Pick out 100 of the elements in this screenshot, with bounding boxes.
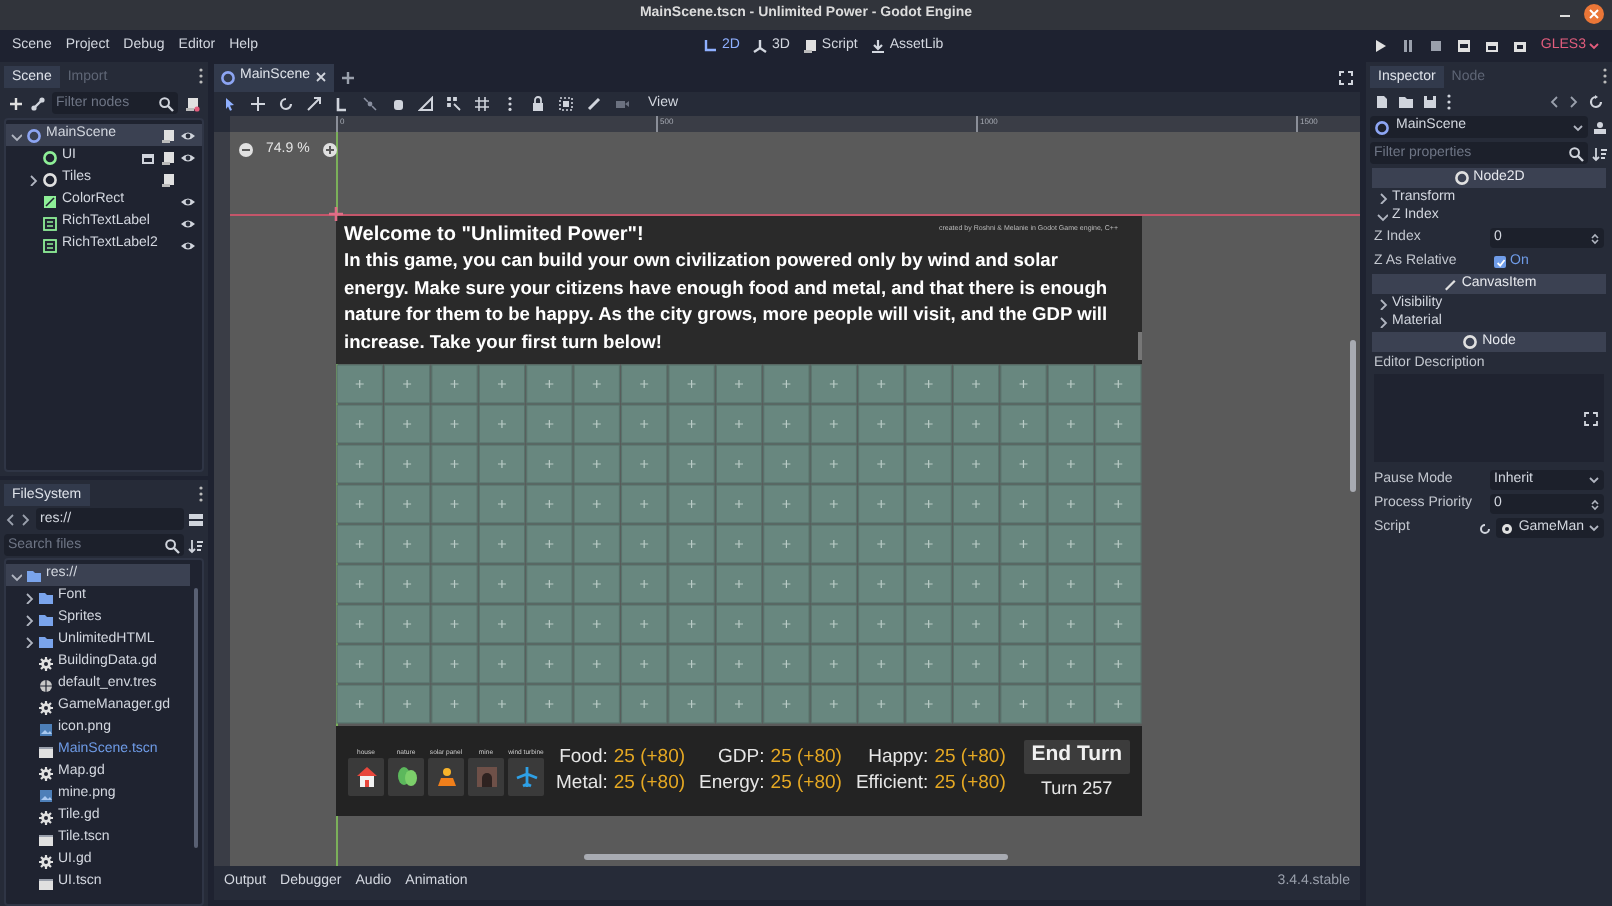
end-turn-button[interactable]: End Turn <box>1023 739 1130 774</box>
forward-icon[interactable] <box>1568 93 1580 109</box>
intro-text: In this game, you can build your own civilization powered only by wind and solar energy. Make sure your citizens have enough food and metal, and that there is enough nature for them to be happy. As the city grows, more people will visit, and the GDP will increase. Take your first turn below! <box>344 248 1110 356</box>
kebab-icon[interactable] <box>198 486 204 502</box>
turn-counter: Turn 257 <box>1041 775 1113 802</box>
check-icon <box>1495 257 1505 267</box>
save-icon[interactable] <box>1422 93 1438 109</box>
grid-icon[interactable] <box>474 96 490 112</box>
script-icon[interactable] <box>184 95 200 111</box>
house-icon <box>355 765 377 787</box>
camera-icon[interactable] <box>614 96 630 112</box>
rotate-icon[interactable] <box>278 96 294 112</box>
plus-icon[interactable] <box>340 69 357 85</box>
reset-icon[interactable] <box>1478 521 1493 535</box>
tools-icon[interactable] <box>1592 119 1608 135</box>
kebab-icon[interactable] <box>1446 93 1452 109</box>
expand-icon[interactable] <box>1584 411 1598 425</box>
stat-label: GDP: <box>716 746 765 770</box>
kebab-icon[interactable] <box>198 68 204 84</box>
new-file-icon[interactable] <box>1374 93 1390 109</box>
spinner-icon <box>1590 497 1600 511</box>
pencil-icon <box>1441 276 1458 292</box>
intro-title: Welcome to "Unlimited Power"! <box>344 222 644 248</box>
zoom-out-icon[interactable] <box>238 142 254 159</box>
folder-icon[interactable] <box>1398 93 1414 109</box>
kebab-icon[interactable] <box>502 96 518 112</box>
stat-label: Food: <box>557 746 608 770</box>
scrollbar[interactable] <box>584 854 1008 860</box>
ruler-icon[interactable] <box>418 96 434 112</box>
zoom-in-icon[interactable] <box>321 142 338 159</box>
eye-icon[interactable] <box>180 215 196 231</box>
caret-icon <box>1588 40 1600 53</box>
box-icon[interactable] <box>140 149 156 165</box>
sort-icon[interactable] <box>1592 145 1608 161</box>
circle-icon <box>220 69 236 85</box>
globe-icon <box>38 677 54 693</box>
tree-icon <box>395 765 417 787</box>
building-button[interactable] <box>388 757 424 795</box>
scrollbar[interactable] <box>1350 340 1356 492</box>
axes-icon <box>751 38 768 55</box>
close-button[interactable] <box>1584 4 1604 24</box>
caret-icon <box>1588 474 1600 486</box>
circle-icon <box>42 171 58 187</box>
fullscreen-icon[interactable] <box>1338 69 1354 85</box>
move-icon[interactable] <box>250 96 266 112</box>
scale-icon[interactable] <box>306 96 322 112</box>
stat-value: 25 (+80) <box>613 772 686 796</box>
axes-icon <box>702 38 718 55</box>
airplane-icon <box>515 765 537 787</box>
link-icon[interactable] <box>30 95 46 111</box>
stat-label: Efficient: <box>855 772 929 796</box>
lock-icon[interactable] <box>530 96 546 112</box>
pivot-icon[interactable] <box>362 96 378 112</box>
building-button[interactable] <box>348 757 384 795</box>
circle-icon <box>1374 119 1390 135</box>
caret-icon <box>1572 121 1584 133</box>
stat-label: Happy: <box>866 746 929 770</box>
search-icon <box>164 537 180 553</box>
close-icon <box>1588 8 1600 20</box>
eye-icon[interactable] <box>180 237 196 253</box>
forward-icon[interactable] <box>20 511 32 527</box>
ruler-icon[interactable] <box>334 96 350 112</box>
play-icon[interactable] <box>1372 38 1389 55</box>
group-icon[interactable] <box>558 96 574 112</box>
square-icon <box>42 193 58 209</box>
search-icon <box>1568 145 1584 161</box>
image-icon <box>38 721 54 737</box>
building-button[interactable] <box>428 757 464 795</box>
back-icon[interactable] <box>1548 93 1560 109</box>
stop-icon[interactable] <box>1428 38 1445 55</box>
script-icon[interactable] <box>160 171 176 187</box>
spinner-icon <box>1590 231 1600 245</box>
search-icon <box>158 95 174 111</box>
scrollbar[interactable] <box>194 588 198 848</box>
stat-value: 25 (+80) <box>770 772 842 796</box>
stat-label: Energy: <box>699 772 765 796</box>
scrollbar[interactable] <box>1138 332 1142 360</box>
hand-icon[interactable] <box>390 96 406 112</box>
solar-panel-icon <box>435 765 457 787</box>
script-icon[interactable] <box>160 127 176 143</box>
split-view-icon[interactable] <box>188 511 204 527</box>
sort-icon[interactable] <box>188 537 204 553</box>
mine-icon <box>475 765 497 787</box>
kebab-icon[interactable] <box>1602 68 1608 84</box>
stat-value: 25 (+80) <box>613 746 686 770</box>
stat-value: 25 (+80) <box>934 746 1006 770</box>
eye-icon[interactable] <box>180 127 196 143</box>
pointer-icon[interactable] <box>222 96 238 112</box>
text-block-icon <box>42 237 58 253</box>
origin-marker-icon <box>328 206 344 222</box>
stat-value: 25 (+80) <box>934 772 1006 796</box>
eye-icon[interactable] <box>180 149 196 165</box>
script-icon[interactable] <box>160 149 176 165</box>
text-block-icon <box>42 215 58 231</box>
history-icon[interactable] <box>1588 93 1604 109</box>
eye-icon[interactable] <box>180 193 196 209</box>
pause-icon[interactable] <box>1400 38 1417 55</box>
circle-icon <box>1462 334 1479 350</box>
back-icon[interactable] <box>4 511 16 527</box>
close-icon[interactable] <box>314 70 329 84</box>
